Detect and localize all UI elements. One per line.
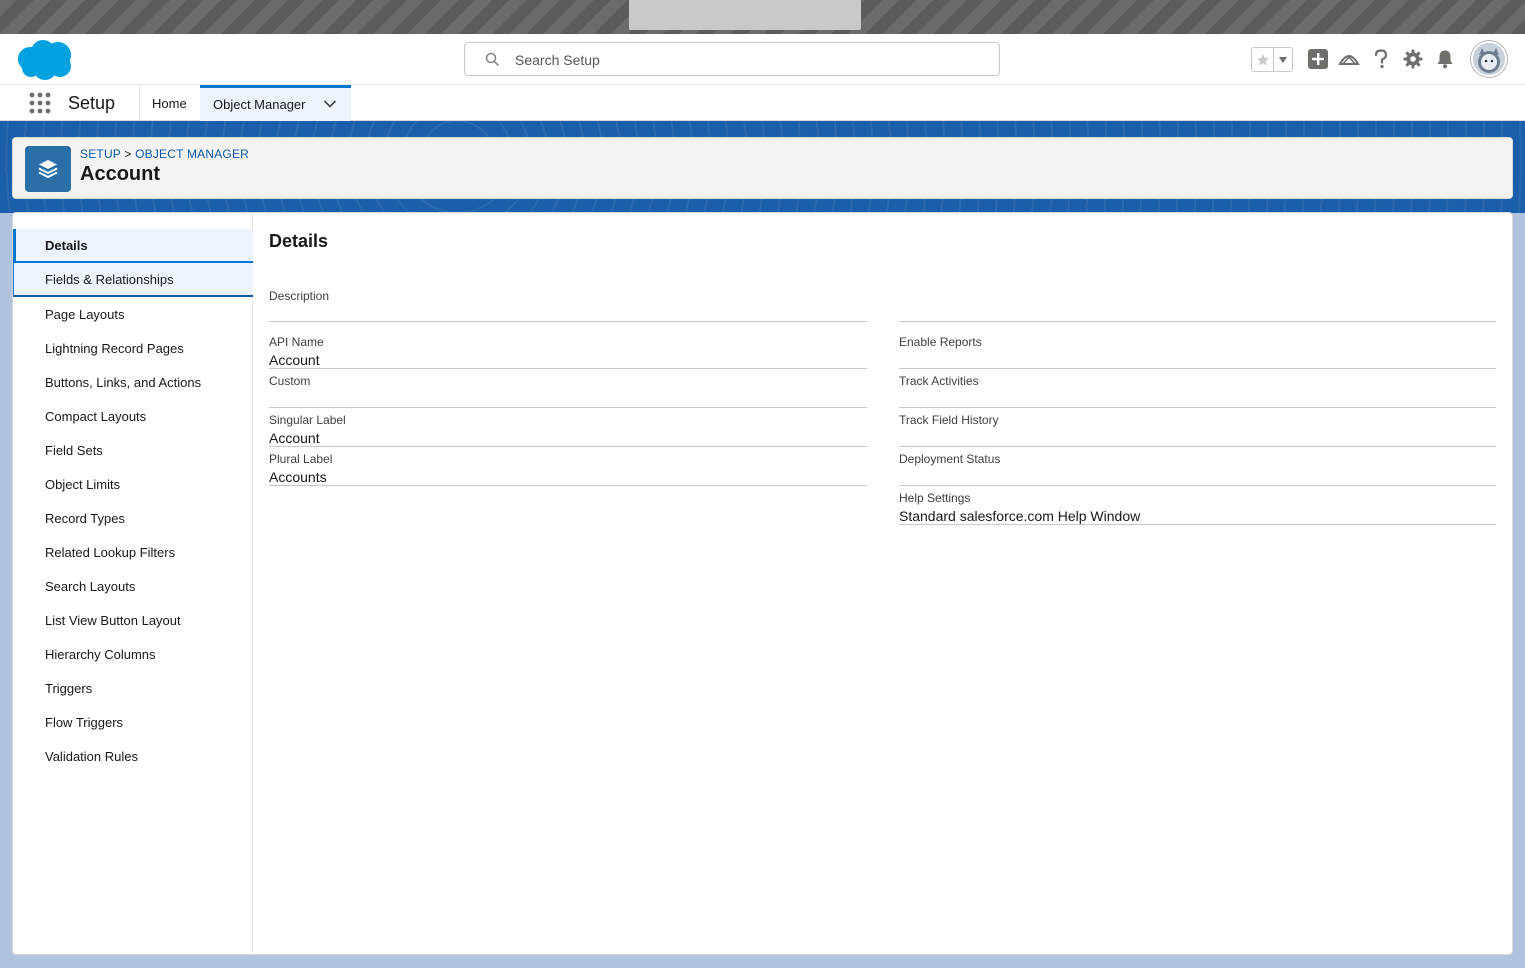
trailhead-icon: [1338, 55, 1360, 65]
field-api-name: API Name Account: [269, 335, 867, 369]
field-track-field-history: Track Field History: [899, 413, 1496, 447]
side-nav-fields-relationships[interactable]: Fields & Relationships: [13, 263, 253, 297]
field-label: Plural Label: [269, 452, 333, 466]
gear-icon: [1403, 49, 1423, 69]
trailhead-button[interactable]: [1338, 48, 1360, 70]
field-deployment-status: Deployment Status: [899, 452, 1496, 486]
side-nav-search-layouts[interactable]: Search Layouts: [13, 569, 253, 603]
field-value: Account: [269, 430, 320, 446]
layers-icon: [38, 160, 58, 178]
side-nav-page-layouts[interactable]: Page Layouts: [13, 297, 253, 331]
app-name: Setup: [68, 93, 116, 113]
favorites-group: [1251, 47, 1293, 72]
app-launcher-icon[interactable]: [29, 92, 51, 114]
field-enable-reports: Enable Reports: [899, 335, 1496, 369]
breadcrumb-object-manager-link[interactable]: OBJECT MANAGER: [135, 147, 249, 161]
field-description-spacer: [899, 289, 1496, 322]
tab-object-manager[interactable]: Object Manager: [200, 85, 351, 121]
search-setup-box[interactable]: [464, 42, 1000, 76]
main-card: Details Fields & Relationships Page Layo…: [12, 212, 1513, 955]
global-header: [0, 34, 1525, 85]
object-side-nav: Details Fields & Relationships Page Layo…: [13, 213, 253, 954]
section-title: Details: [269, 231, 329, 251]
field-value: Account: [269, 352, 320, 368]
context-bar: Setup Home Object Manager: [0, 85, 1525, 121]
field-label: Singular Label: [269, 413, 346, 427]
salesforce-cloud-logo[interactable]: [15, 39, 75, 81]
field-label: Track Field History: [899, 413, 999, 427]
field-custom: Custom: [269, 374, 867, 408]
chevron-down-icon[interactable]: [323, 99, 337, 109]
star-icon: [1256, 53, 1269, 65]
field-help-settings: Help Settings Standard salesforce.com He…: [899, 491, 1496, 525]
field-value: Standard salesforce.com Help Window: [899, 508, 1141, 524]
side-nav-object-limits[interactable]: Object Limits: [13, 467, 253, 501]
favorites-button[interactable]: [1252, 48, 1274, 71]
side-nav-related-lookup-filters[interactable]: Related Lookup Filters: [13, 535, 253, 569]
setup-button[interactable]: [1402, 48, 1424, 70]
breadcrumb-separator: >: [124, 147, 132, 161]
field-label: Custom: [269, 374, 311, 388]
field-label: Deployment Status: [899, 452, 1001, 466]
side-nav-validation-rules[interactable]: Validation Rules: [13, 739, 253, 773]
global-actions-button[interactable]: [1307, 48, 1329, 70]
nav-divider: [139, 85, 140, 121]
notifications-button[interactable]: [1434, 48, 1456, 70]
page-title: Account: [80, 163, 160, 185]
side-nav-triggers[interactable]: Triggers: [13, 671, 253, 705]
search-icon: [485, 52, 499, 66]
field-label: Enable Reports: [899, 335, 982, 349]
side-nav-flow-triggers[interactable]: Flow Triggers: [13, 705, 253, 739]
field-singular-label: Singular Label Account: [269, 413, 867, 447]
astro-avatar-icon: [1473, 43, 1505, 75]
side-nav-buttons-links-actions[interactable]: Buttons, Links, and Actions: [13, 365, 253, 399]
breadcrumb-setup-link[interactable]: SETUP: [80, 147, 121, 161]
breadcrumb: SETUP > OBJECT MANAGER: [80, 147, 249, 161]
side-nav-details[interactable]: Details: [13, 229, 253, 263]
tab-object-manager-label: Object Manager: [213, 97, 306, 112]
side-nav-compact-layouts[interactable]: Compact Layouts: [13, 399, 253, 433]
search-input[interactable]: [515, 50, 985, 70]
side-nav-list-view-button-layout[interactable]: List View Button Layout: [13, 603, 253, 637]
object-header: SETUP > OBJECT MANAGER Account: [12, 137, 1513, 199]
user-avatar[interactable]: [1471, 41, 1507, 77]
side-nav-lightning-record-pages[interactable]: Lightning Record Pages: [13, 331, 253, 365]
field-label: Help Settings: [899, 491, 971, 505]
help-button[interactable]: [1370, 48, 1392, 70]
browser-top-bar: [0, 0, 1525, 34]
field-value: Accounts: [269, 469, 327, 485]
top-notch: [629, 0, 861, 30]
field-label: API Name: [269, 335, 324, 349]
add-icon: [1308, 49, 1328, 69]
caret-down-icon: [1279, 56, 1287, 63]
field-track-activities: Track Activities: [899, 374, 1496, 408]
side-nav-hierarchy-columns[interactable]: Hierarchy Columns: [13, 637, 253, 671]
side-nav-record-types[interactable]: Record Types: [13, 501, 253, 535]
field-plural-label: Plural Label Accounts: [269, 452, 867, 486]
object-manager-icon: [25, 146, 71, 192]
bell-icon: [1437, 50, 1453, 69]
field-label: Track Activities: [899, 374, 979, 388]
question-icon: [1374, 49, 1388, 69]
field-description: Description: [269, 289, 867, 322]
favorites-list-button[interactable]: [1274, 48, 1292, 71]
side-nav-field-sets[interactable]: Field Sets: [13, 433, 253, 467]
tab-home[interactable]: Home: [152, 85, 187, 121]
field-label: Description: [269, 289, 330, 303]
details-content: Details Description API Name Account Cus…: [269, 213, 1514, 954]
